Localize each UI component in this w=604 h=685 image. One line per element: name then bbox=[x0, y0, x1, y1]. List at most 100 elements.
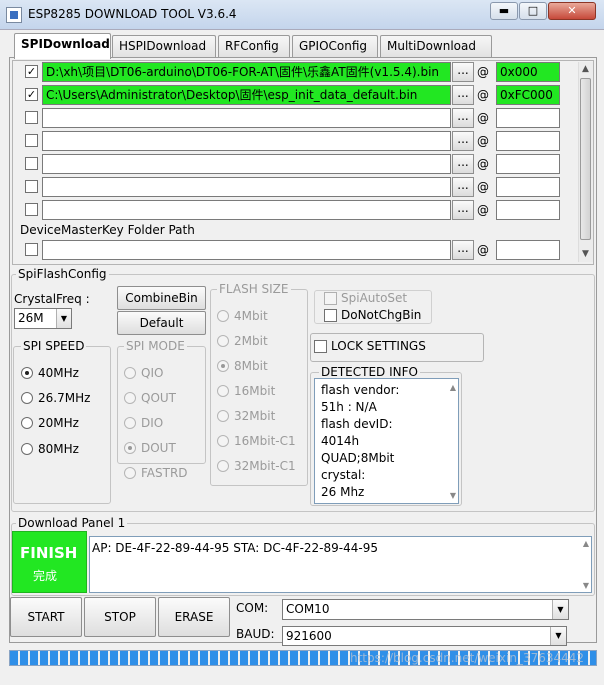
erase-button[interactable]: ERASE bbox=[158, 597, 230, 637]
at-symbol: @ bbox=[477, 243, 489, 257]
file-path-input-6[interactable] bbox=[42, 177, 451, 197]
scroll-up-icon[interactable]: ▲ bbox=[450, 383, 456, 392]
download-panel-label: Download Panel 1 bbox=[16, 516, 128, 530]
browse-button-3[interactable]: ... bbox=[452, 108, 474, 128]
crystal-freq-select[interactable]: 26M ▼ bbox=[14, 308, 72, 329]
spi-speed-radio-40mhz[interactable] bbox=[21, 367, 33, 379]
browse-button-1[interactable]: ... bbox=[452, 62, 474, 82]
spi-mode-option: DOUT bbox=[141, 441, 176, 455]
minimize-button[interactable]: ▬ bbox=[490, 2, 518, 20]
scroll-up-icon[interactable]: ▲ bbox=[578, 62, 593, 77]
browse-button-4[interactable]: ... bbox=[452, 131, 474, 151]
baud-rate-select[interactable]: 921600 ▼ bbox=[282, 626, 567, 646]
address-input-6[interactable] bbox=[496, 177, 560, 197]
address-input-1[interactable]: 0x000 bbox=[496, 62, 560, 82]
com-port-select[interactable]: COM10 ▼ bbox=[282, 599, 569, 620]
browse-button-2[interactable]: ... bbox=[452, 85, 474, 105]
stop-button[interactable]: STOP bbox=[84, 597, 156, 637]
browse-button-5[interactable]: ... bbox=[452, 154, 474, 174]
title-bar[interactable]: ESP8285 DOWNLOAD TOOL V3.6.4 ▬ □ ✕ bbox=[0, 0, 604, 30]
scroll-down-icon[interactable]: ▼ bbox=[450, 491, 456, 500]
spi-flash-config-label: SpiFlashConfig bbox=[16, 267, 109, 281]
spi-speed-radio-26mhz[interactable] bbox=[21, 392, 33, 404]
scroll-down-icon[interactable]: ▼ bbox=[583, 581, 589, 590]
device-master-address-input[interactable] bbox=[496, 240, 560, 260]
default-button[interactable]: Default bbox=[117, 311, 206, 335]
detected-info-line: flash vendor: bbox=[321, 383, 400, 397]
spi-mode-radio-dio[interactable] bbox=[124, 417, 136, 429]
file-checkbox-6[interactable] bbox=[25, 180, 38, 193]
detected-info-line: QUAD;8Mbit bbox=[321, 451, 395, 465]
tab-rfconfig[interactable]: RFConfig bbox=[218, 35, 290, 57]
at-symbol: @ bbox=[477, 134, 489, 148]
tab-spidownload[interactable]: SPIDownload bbox=[14, 33, 111, 59]
flash-size-radio-2mbit[interactable] bbox=[217, 335, 229, 347]
flash-size-radio-16mbit-c1[interactable] bbox=[217, 435, 229, 447]
address-input-2[interactable]: 0xFC000 bbox=[496, 85, 560, 105]
file-checkbox-5[interactable] bbox=[25, 157, 38, 170]
chevron-down-icon[interactable]: ▼ bbox=[550, 627, 566, 645]
flash-size-radio-8mbit[interactable] bbox=[217, 360, 229, 372]
lock-settings-checkbox[interactable] bbox=[314, 340, 327, 353]
mac-address-text[interactable]: AP: DE-4F-22-89-44-95 STA: DC-4F-22-89-4… bbox=[89, 536, 592, 593]
file-path-input-4[interactable] bbox=[42, 131, 451, 151]
browse-button-7[interactable]: ... bbox=[452, 200, 474, 220]
file-checkbox-3[interactable] bbox=[25, 111, 38, 124]
tab-hspidownload[interactable]: HSPIDownload bbox=[112, 35, 216, 57]
device-master-browse-button[interactable]: ... bbox=[452, 240, 474, 260]
device-master-checkbox[interactable] bbox=[25, 243, 38, 256]
chevron-down-icon[interactable]: ▼ bbox=[56, 309, 71, 328]
do-not-chg-bin-checkbox[interactable] bbox=[324, 309, 337, 322]
file-path-input-5[interactable] bbox=[42, 154, 451, 174]
file-path-input-3[interactable] bbox=[42, 108, 451, 128]
mac-address-line: AP: DE-4F-22-89-44-95 STA: DC-4F-22-89-4… bbox=[92, 541, 378, 555]
close-icon: ✕ bbox=[567, 4, 577, 17]
address-input-3[interactable] bbox=[496, 108, 560, 128]
device-master-path-input[interactable] bbox=[42, 240, 451, 260]
window-title: ESP8285 DOWNLOAD TOOL V3.6.4 bbox=[28, 7, 237, 21]
address-input-4[interactable] bbox=[496, 131, 560, 151]
flash-size-option: 8Mbit bbox=[234, 359, 268, 373]
close-button[interactable]: ✕ bbox=[548, 2, 596, 20]
maximize-icon: □ bbox=[527, 4, 539, 17]
file-path-input-1[interactable]: D:\xh\项目\DT06-arduino\DT06-FOR-AT\固件\乐鑫A… bbox=[42, 62, 451, 82]
status-subtitle: 完成 bbox=[33, 569, 58, 583]
flash-size-radio-32mbit[interactable] bbox=[217, 410, 229, 422]
file-checkbox-7[interactable] bbox=[25, 203, 38, 216]
start-button[interactable]: START bbox=[10, 597, 82, 637]
maximize-button[interactable]: □ bbox=[519, 2, 547, 20]
at-symbol: @ bbox=[477, 157, 489, 171]
flash-size-radio-16mbit[interactable] bbox=[217, 385, 229, 397]
scroll-down-icon[interactable]: ▼ bbox=[578, 247, 593, 262]
detected-info-line: 4014h bbox=[321, 434, 360, 448]
spi-speed-option: 20MHz bbox=[38, 416, 79, 430]
address-input-7[interactable] bbox=[496, 200, 560, 220]
detected-info-text[interactable]: flash vendor: 51h : N/A flash devID: 401… bbox=[314, 378, 459, 504]
tab-multidownload[interactable]: MultiDownload bbox=[380, 35, 492, 57]
file-checkbox-1[interactable]: ✓ bbox=[25, 65, 38, 78]
spi-speed-radio-80mhz[interactable] bbox=[21, 443, 33, 455]
browse-button-6[interactable]: ... bbox=[452, 177, 474, 197]
spi-mode-radio-fastrd[interactable] bbox=[124, 467, 136, 479]
file-checkbox-2[interactable]: ✓ bbox=[25, 88, 38, 101]
combine-bin-button[interactable]: CombineBin bbox=[117, 286, 206, 310]
file-checkbox-4[interactable] bbox=[25, 134, 38, 147]
tab-gpioconfig[interactable]: GPIOConfig bbox=[292, 35, 378, 57]
spi-speed-radio-20mhz[interactable] bbox=[21, 417, 33, 429]
scroll-up-icon[interactable]: ▲ bbox=[583, 539, 589, 548]
file-path-input-7[interactable] bbox=[42, 200, 451, 220]
flash-size-radio-32mbit-c1[interactable] bbox=[217, 460, 229, 472]
spi-auto-set-checkbox[interactable] bbox=[324, 292, 337, 305]
spi-mode-radio-qout[interactable] bbox=[124, 392, 136, 404]
file-path-input-2[interactable]: C:\Users\Administrator\Desktop\固件\esp_in… bbox=[42, 85, 451, 105]
detected-info-label: DETECTED INFO bbox=[319, 365, 420, 379]
status-title: FINISH bbox=[20, 544, 78, 562]
flash-size-radio-4mbit[interactable] bbox=[217, 310, 229, 322]
scroll-thumb[interactable] bbox=[580, 78, 591, 240]
address-input-5[interactable] bbox=[496, 154, 560, 174]
spi-mode-radio-qio[interactable] bbox=[124, 367, 136, 379]
device-master-label: DeviceMasterKey Folder Path bbox=[20, 223, 195, 237]
spi-mode-radio-dout[interactable] bbox=[124, 442, 136, 454]
chevron-down-icon[interactable]: ▼ bbox=[552, 600, 568, 619]
flash-size-option: 4Mbit bbox=[234, 309, 268, 323]
